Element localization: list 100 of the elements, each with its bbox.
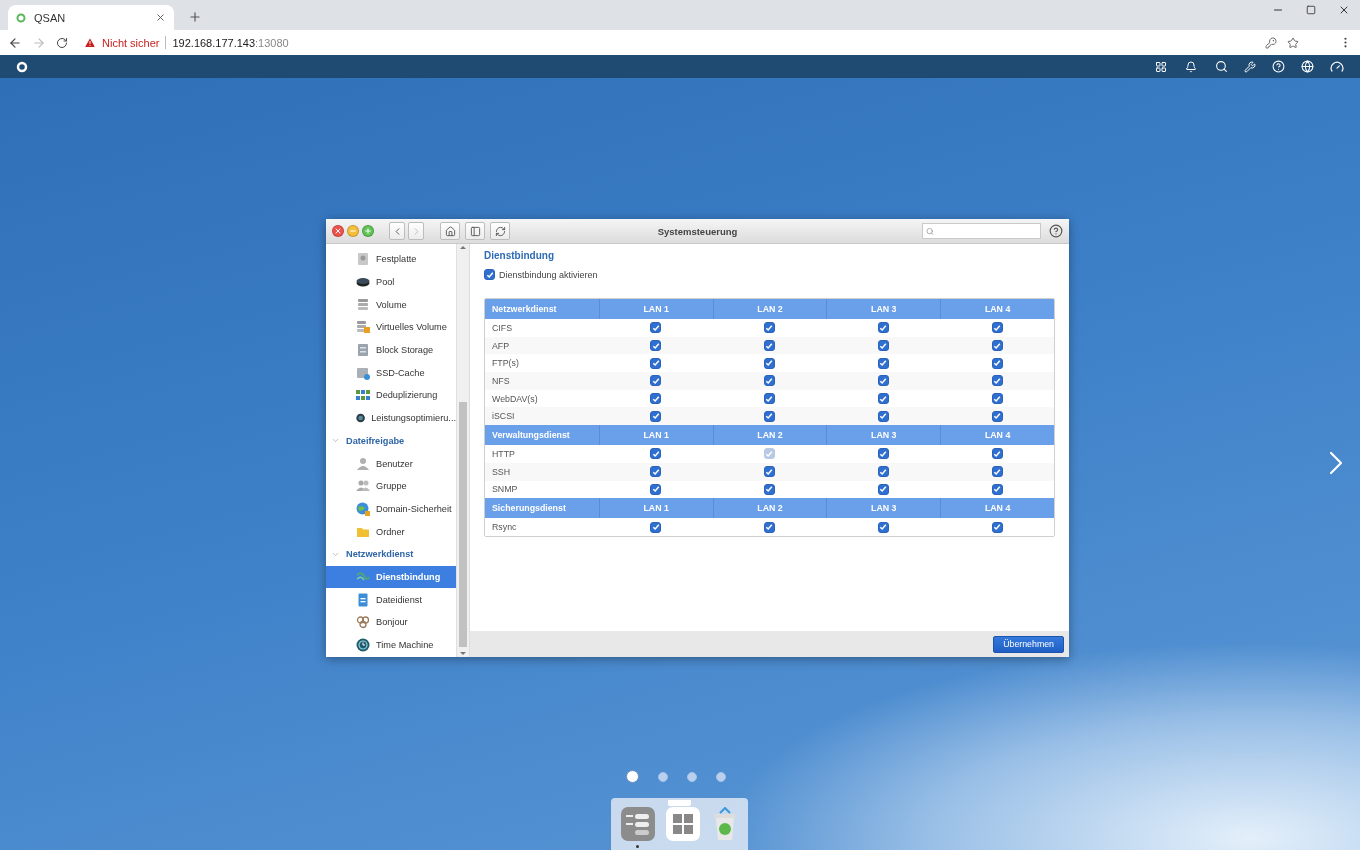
checkbox[interactable]	[764, 322, 775, 334]
scrollbar-track[interactable]	[457, 244, 470, 657]
bookmark-button[interactable]	[1287, 36, 1299, 49]
checkbox[interactable]	[991, 521, 1003, 533]
sidebar-item[interactable]: Deduplizierung	[326, 384, 456, 407]
plus-icon	[364, 227, 372, 235]
checkbox[interactable]	[650, 393, 662, 405]
checkbox[interactable]	[991, 375, 1003, 387]
checkbox[interactable]	[764, 483, 775, 495]
checkbox[interactable]	[877, 410, 889, 422]
refresh-icon	[494, 225, 506, 237]
checkbox[interactable]	[650, 375, 662, 387]
checkbox[interactable]	[650, 483, 662, 495]
checkbox[interactable]	[991, 448, 1003, 460]
checkbox[interactable]	[764, 340, 775, 352]
checkbox[interactable]	[877, 483, 889, 495]
checkbox[interactable]	[877, 466, 889, 478]
checkbox[interactable]	[764, 410, 775, 422]
address-text[interactable]: 192.168.177.143:13080	[172, 36, 289, 49]
checkbox[interactable]	[764, 466, 775, 478]
checkbox[interactable]	[650, 340, 662, 352]
rings-icon	[356, 615, 370, 630]
checkbox[interactable]	[877, 393, 889, 405]
close-button[interactable]	[332, 225, 344, 237]
dashboard-button[interactable]	[1330, 59, 1344, 74]
checkbox[interactable]	[877, 340, 889, 352]
sidebar-item[interactable]: Time Machine	[326, 633, 456, 657]
checkbox[interactable]	[650, 521, 662, 533]
page-dot[interactable]	[716, 771, 726, 782]
service-name: WebDAV(s)	[491, 392, 539, 406]
checkbox[interactable]	[877, 375, 889, 387]
browser-tab[interactable]: QSAN	[8, 5, 174, 30]
maximize-button[interactable]	[1306, 4, 1316, 16]
sidebar-item[interactable]: Pool	[326, 270, 456, 294]
help-button[interactable]	[1049, 224, 1063, 238]
checkbox[interactable]	[764, 375, 775, 387]
sidebar-item[interactable]: SSD-Cache	[326, 361, 456, 385]
service-name: CIFS	[491, 321, 514, 335]
sidebar-item[interactable]: Dienstbindung	[326, 565, 456, 589]
checkbox[interactable]	[650, 410, 662, 422]
key-button[interactable]	[1265, 36, 1277, 49]
checkbox[interactable]	[650, 448, 662, 460]
checkbox[interactable]	[991, 322, 1003, 334]
sidebar-item[interactable]: Ordner	[326, 520, 456, 543]
close-button[interactable]	[1338, 4, 1350, 16]
panel-button[interactable]	[465, 222, 485, 240]
checkbox[interactable]	[877, 357, 889, 369]
checkbox[interactable]	[650, 357, 662, 369]
checkbox[interactable]	[764, 357, 775, 369]
sidebar-item[interactable]: Domain-Sicherheit	[326, 497, 456, 521]
home-button[interactable]	[440, 222, 460, 240]
close-tab-button[interactable]	[155, 12, 166, 23]
sidebar-item[interactable]: Bonjour	[326, 611, 456, 634]
checkbox[interactable]	[877, 448, 889, 460]
apply-button[interactable]: Übernehmen	[993, 635, 1064, 653]
control-panel-icon[interactable]	[620, 807, 655, 841]
reload-button[interactable]	[56, 36, 68, 49]
checkbox[interactable]	[650, 322, 662, 334]
sidebar-group[interactable]: Dateifreigabe	[346, 435, 405, 446]
checkbox[interactable]	[650, 466, 662, 478]
checkbox[interactable]	[991, 340, 1003, 352]
sidebar-item[interactable]: Gruppe	[326, 474, 456, 498]
back-button[interactable]	[8, 35, 22, 50]
sidebar-item[interactable]: Block Storage	[326, 338, 456, 362]
checkbox[interactable]	[991, 410, 1003, 422]
tools-button[interactable]	[1244, 60, 1256, 73]
sidebar-item[interactable]: Volume	[326, 293, 456, 317]
refresh-button[interactable]	[490, 222, 510, 240]
checkbox[interactable]	[877, 521, 889, 533]
checkbox[interactable]	[991, 483, 1003, 495]
dock-handle[interactable]	[668, 800, 691, 806]
sidebar-item[interactable]: Festplatte	[326, 248, 456, 271]
page-dot[interactable]	[626, 770, 639, 783]
scroll-down-icon[interactable]	[460, 651, 466, 657]
sidebar-group[interactable]: Netzwerkdienst	[346, 549, 414, 560]
checkbox[interactable]	[877, 322, 889, 334]
sidebar-item[interactable]: Dateidienst	[326, 588, 456, 611]
page-dot[interactable]	[687, 771, 697, 782]
service-name: HTTP	[491, 447, 516, 461]
new-tab-button[interactable]	[188, 10, 202, 24]
sidebar-item[interactable]: Leistungsoptimieru...	[326, 406, 456, 430]
scrollbar-thumb[interactable]	[459, 402, 467, 647]
notification-button[interactable]	[1185, 60, 1197, 73]
search-button[interactable]	[1215, 60, 1228, 73]
checkbox[interactable]	[764, 393, 775, 405]
checkbox[interactable]	[991, 393, 1003, 405]
checkbox[interactable]	[764, 521, 775, 533]
apps-button[interactable]	[1155, 60, 1167, 73]
language-button[interactable]	[1301, 60, 1314, 73]
reload-icon	[56, 36, 68, 49]
sidebar-item[interactable]: Virtuelles Volume	[326, 316, 456, 339]
checkbox[interactable]	[991, 357, 1003, 369]
checkbox[interactable]	[991, 466, 1003, 478]
app-grid-icon[interactable]	[665, 807, 700, 841]
app-logo[interactable]	[16, 60, 28, 73]
security-status[interactable]: Nicht sicher	[102, 36, 160, 49]
sidebar-item[interactable]: Benutzer	[326, 452, 456, 475]
checkbox[interactable]	[484, 269, 495, 280]
search-field[interactable]	[922, 223, 1041, 239]
page-dot[interactable]	[658, 771, 668, 782]
